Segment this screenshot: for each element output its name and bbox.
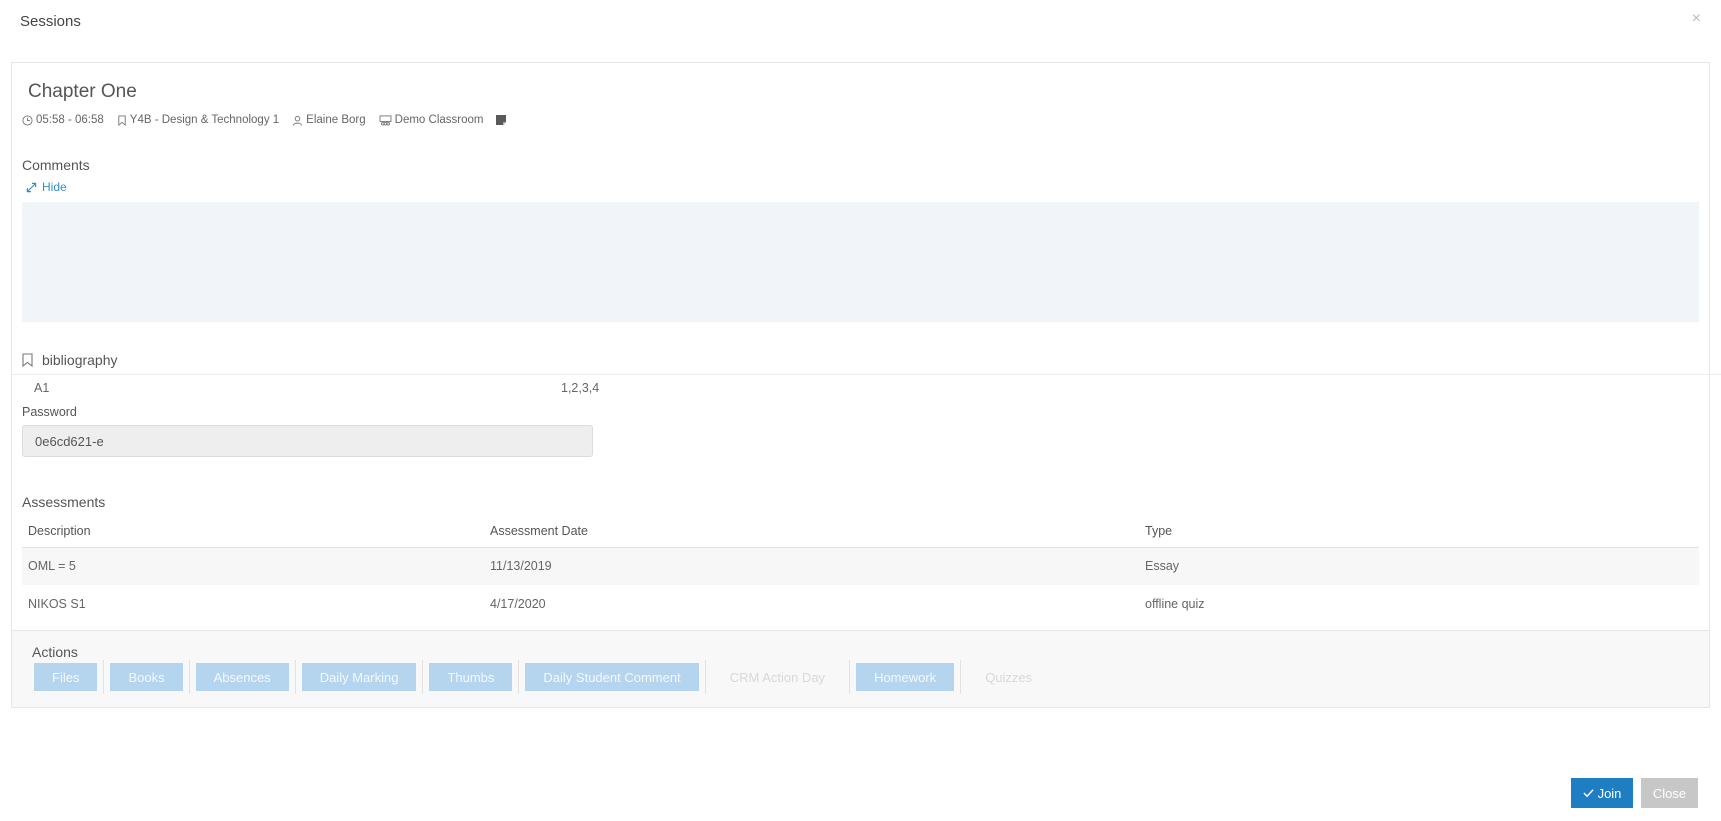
password-field[interactable] [22, 425, 593, 457]
session-meta: 05:58 - 06:58 Y4B - Design & Technology … [22, 112, 522, 128]
user-icon [293, 115, 303, 126]
join-label: Join [1597, 785, 1622, 801]
classroom-icon [379, 114, 392, 125]
files-button[interactable]: Files [34, 663, 98, 691]
session-course-text: Y4B - Design & Technology 1 [129, 114, 280, 126]
actions-label: Actions [32, 644, 78, 660]
password-label: Password [22, 405, 77, 419]
action-buttons: Files Books Absences Daily Marking Thumb… [34, 660, 1050, 694]
assessments-table: Description Assessment Date Type OML = 5… [22, 516, 1699, 623]
divider [294, 660, 296, 694]
cell-description: NIKOS S1 [28, 597, 86, 611]
divider [103, 660, 105, 694]
column-header-type[interactable]: Type [1139, 516, 1699, 548]
table-row[interactable]: NIKOS S1 4/17/2020 offline quiz [22, 585, 1699, 623]
table-header-row: Description Assessment Date Type [22, 516, 1699, 548]
cell-description: OML = 5 [22, 547, 484, 585]
modal-header: Sessions × [0, 0, 1721, 44]
cell-type: offline quiz [1145, 597, 1205, 611]
table-row[interactable]: OML = 5 11/13/2019 Essay [22, 547, 1699, 585]
session-title: Chapter One [28, 81, 137, 102]
session-time: 05:58 - 06:58 [22, 114, 104, 126]
quizzes-button[interactable]: Quizzes [967, 663, 1050, 691]
session-teacher: Elaine Borg [292, 114, 366, 126]
bookmark-icon [22, 353, 33, 367]
hide-comments-link[interactable]: Hide [26, 180, 67, 194]
session-room-text: Demo Classroom [394, 114, 484, 126]
homework-button[interactable]: Homework [856, 663, 955, 691]
daily-marking-button[interactable]: Daily Marking [301, 663, 417, 691]
assessments-label: Assessments [22, 494, 106, 510]
bibliography-item-value: 1,2,3,4 [561, 381, 600, 395]
cell-type: Essay [1139, 547, 1699, 585]
crm-action-day-button[interactable]: CRM Action Day [712, 663, 843, 691]
divider [422, 660, 424, 694]
comments-label: Comments [22, 157, 90, 173]
absences-button[interactable]: Absences [195, 663, 289, 691]
divider [849, 660, 851, 694]
cell-assessment-date: 4/17/2020 [490, 597, 546, 611]
divider [188, 660, 190, 694]
check-icon [1582, 789, 1594, 798]
daily-student-comment-button[interactable]: Daily Student Comment [525, 663, 699, 691]
thumbs-button[interactable]: Thumbs [429, 663, 513, 691]
join-button[interactable]: Join [1571, 778, 1633, 808]
session-time-text: 05:58 - 06:58 [36, 114, 104, 126]
modal-title: Sessions [20, 13, 81, 30]
divider [960, 660, 962, 694]
hide-comments-label: Hide [42, 180, 67, 194]
session-panel: Chapter One 05:58 - 06:58 Y4B - Design &… [11, 62, 1721, 708]
close-button[interactable]: Close [1641, 778, 1698, 808]
bibliography-label: bibliography [42, 352, 118, 368]
bookmark-icon [118, 114, 126, 126]
session-note[interactable] [496, 115, 509, 125]
session-teacher-text: Elaine Borg [306, 114, 366, 126]
close-icon[interactable]: × [1692, 11, 1701, 27]
session-course: Y4B - Design & Technology 1 [117, 114, 279, 126]
column-header-description[interactable]: Description [22, 516, 484, 548]
session-room: Demo Classroom [379, 114, 484, 126]
actions-bar: Actions Files Books Absences Daily Marki… [12, 630, 1709, 707]
bibliography-header: bibliography [22, 352, 118, 368]
expand-icon [26, 182, 37, 192]
books-button[interactable]: Books [110, 663, 183, 691]
bibliography-item-name: A1 [34, 381, 50, 395]
cell-assessment-date: 11/13/2019 [484, 547, 1139, 585]
clock-icon [22, 114, 33, 126]
note-icon[interactable] [496, 115, 507, 125]
divider [518, 660, 520, 694]
divider [704, 660, 706, 694]
column-header-assessment-date[interactable]: Assessment Date [484, 516, 1139, 548]
bibliography-divider [12, 374, 1721, 375]
comments-area[interactable] [22, 202, 1699, 322]
